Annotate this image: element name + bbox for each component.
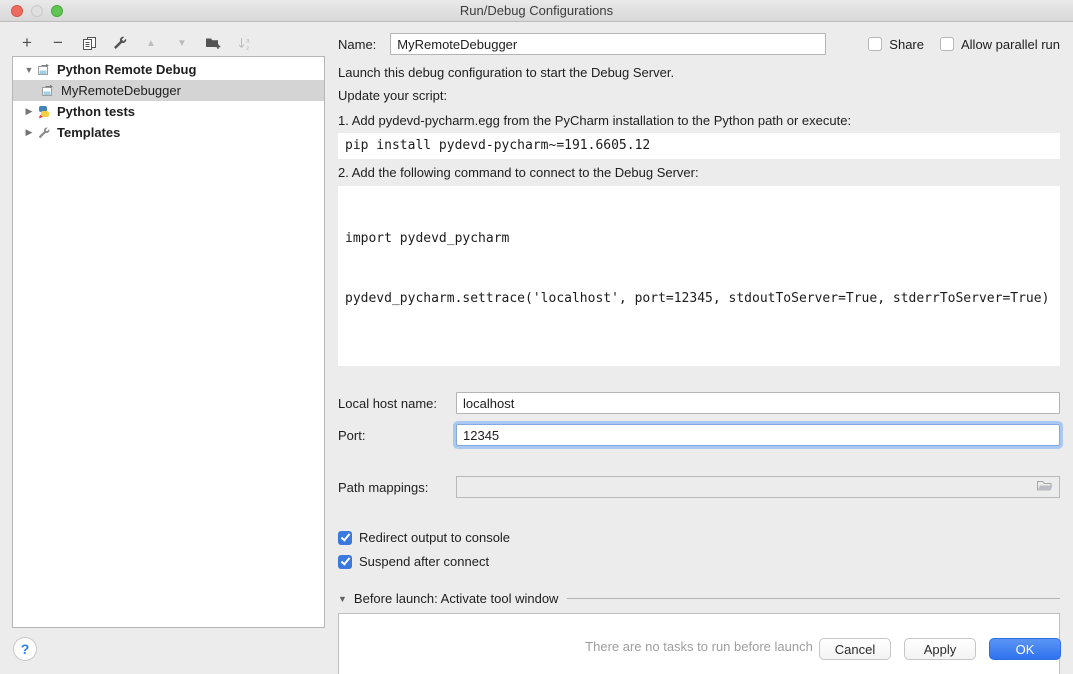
- before-launch-title: Before launch: Activate tool window: [354, 591, 559, 606]
- port-input[interactable]: [456, 424, 1060, 446]
- python-tests-icon: [37, 105, 55, 119]
- tree-item-label: Python Remote Debug: [55, 62, 196, 77]
- before-launch-divider: [567, 598, 1060, 599]
- redirect-output-label: Redirect output to console: [359, 530, 510, 545]
- tree-item-label: Templates: [55, 125, 120, 140]
- local-host-input[interactable]: [456, 392, 1060, 414]
- path-mappings-label: Path mappings:: [338, 480, 456, 495]
- name-row: Name: Share Allow parallel run: [338, 33, 1060, 55]
- allow-parallel-run-checkbox[interactable]: [940, 37, 954, 51]
- dialog-content: + − ▲ ▼ az ▼: [0, 22, 1073, 628]
- zoom-window-button[interactable]: [51, 5, 63, 17]
- local-host-row: Local host name:: [338, 392, 1060, 414]
- configurations-tree: ▼ Python Remote Debug MyRemoteDebugger ▶: [12, 56, 325, 628]
- apply-button[interactable]: Apply: [904, 638, 976, 660]
- local-host-label: Local host name:: [338, 396, 456, 411]
- help-button[interactable]: ?: [13, 637, 37, 661]
- redirect-output-checkbox[interactable]: [338, 531, 352, 545]
- settrace-code-line1: import pydevd_pycharm: [345, 229, 1053, 249]
- svg-text:a: a: [246, 37, 250, 44]
- update-script-text: Update your script:: [338, 84, 1060, 107]
- before-launch-collapse-icon[interactable]: ▼: [338, 594, 347, 604]
- title-bar: Run/Debug Configurations: [0, 0, 1073, 22]
- suspend-after-connect-checkbox[interactable]: [338, 555, 352, 569]
- name-label: Name:: [338, 37, 376, 52]
- ok-button[interactable]: OK: [989, 638, 1061, 660]
- settrace-code-block: import pydevd_pycharm pydevd_pycharm.set…: [338, 186, 1060, 366]
- run-configuration-icon: [37, 63, 55, 76]
- traffic-lights: [11, 5, 63, 17]
- path-mappings-field[interactable]: [456, 476, 1060, 498]
- share-checkbox[interactable]: [868, 37, 882, 51]
- allow-parallel-run-checkbox-group[interactable]: Allow parallel run: [940, 37, 1060, 52]
- description-text: Launch this debug configuration to start…: [338, 61, 1060, 84]
- collapsed-caret-icon[interactable]: ▶: [21, 127, 37, 138]
- step2-text: 2. Add the following command to connect …: [338, 161, 1060, 184]
- move-up-button: ▲: [142, 34, 160, 52]
- configurations-toolbar: + − ▲ ▼ az: [12, 30, 325, 56]
- sort-alphabetically-icon: az: [235, 34, 253, 52]
- templates-wrench-icon: [37, 126, 55, 140]
- configurations-sidebar: + − ▲ ▼ az ▼: [0, 22, 325, 628]
- edit-templates-wrench-icon[interactable]: [111, 34, 129, 52]
- dialog-footer: ? Cancel Apply OK: [0, 628, 1073, 674]
- settrace-code-line2: pydevd_pycharm.settrace('localhost', por…: [345, 289, 1053, 309]
- close-window-button[interactable]: [11, 5, 23, 17]
- configuration-editor: Name: Share Allow parallel run Launch th…: [325, 22, 1073, 628]
- run-debug-configurations-dialog: Run/Debug Configurations + − ▲ ▼ az: [0, 0, 1073, 674]
- suspend-after-connect-row[interactable]: Suspend after connect: [338, 554, 1060, 569]
- pip-install-code: pip install pydevd-pycharm~=191.6605.12: [338, 133, 1060, 159]
- remove-configuration-button[interactable]: −: [49, 34, 67, 52]
- path-mappings-row: Path mappings:: [338, 476, 1060, 498]
- new-folder-icon[interactable]: [204, 34, 222, 52]
- footer-buttons: Cancel Apply OK: [819, 638, 1061, 660]
- name-input[interactable]: [390, 33, 826, 55]
- cancel-button[interactable]: Cancel: [819, 638, 891, 660]
- port-label: Port:: [338, 428, 456, 443]
- before-launch-header[interactable]: ▼ Before launch: Activate tool window: [338, 591, 1060, 606]
- tree-item-myremotedebugger[interactable]: MyRemoteDebugger: [13, 80, 324, 101]
- allow-parallel-run-label: Allow parallel run: [961, 37, 1060, 52]
- tree-item-python-tests[interactable]: ▶ Python tests: [13, 101, 324, 122]
- copy-configuration-icon[interactable]: [80, 34, 98, 52]
- add-configuration-button[interactable]: +: [18, 34, 36, 52]
- step1-text: 1. Add pydevd-pycharm.egg from the PyCha…: [338, 109, 1060, 132]
- share-checkbox-group[interactable]: Share: [868, 37, 924, 52]
- redirect-output-row[interactable]: Redirect output to console: [338, 530, 1060, 545]
- run-configuration-icon: [41, 84, 59, 97]
- minimize-window-button: [31, 5, 43, 17]
- browse-folder-icon[interactable]: [1036, 479, 1054, 496]
- move-down-button: ▼: [173, 34, 191, 52]
- share-label: Share: [889, 37, 924, 52]
- collapsed-caret-icon[interactable]: ▶: [21, 106, 37, 117]
- port-row: Port:: [338, 424, 1060, 446]
- suspend-after-connect-label: Suspend after connect: [359, 554, 489, 569]
- svg-text:z: z: [246, 45, 249, 51]
- tree-item-label: MyRemoteDebugger: [59, 83, 181, 98]
- expanded-caret-icon[interactable]: ▼: [21, 65, 37, 75]
- tree-item-templates[interactable]: ▶ Templates: [13, 122, 324, 143]
- tree-item-label: Python tests: [55, 104, 135, 119]
- window-title: Run/Debug Configurations: [460, 3, 613, 18]
- tree-item-python-remote-debug[interactable]: ▼ Python Remote Debug: [13, 59, 324, 80]
